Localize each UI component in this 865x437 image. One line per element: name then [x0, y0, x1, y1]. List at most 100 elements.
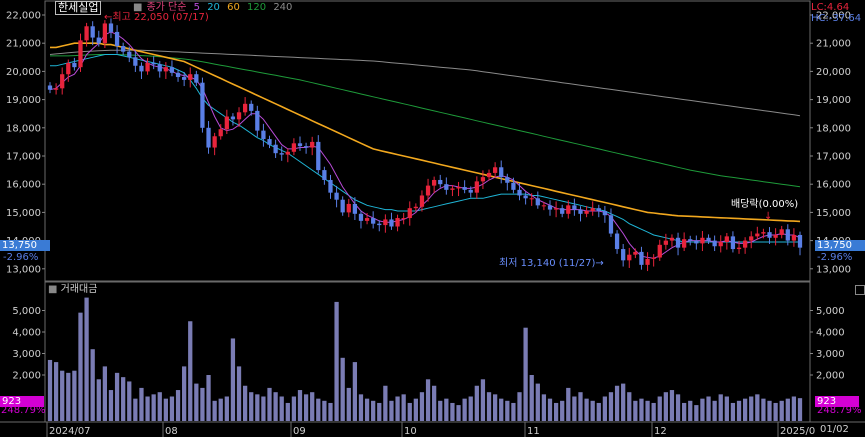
- candle-body: [407, 208, 412, 219]
- volume-bar: [90, 349, 95, 421]
- price-tick-label-right: 21,000: [816, 39, 851, 50]
- candle-body: [474, 181, 479, 193]
- candle-body: [425, 185, 431, 196]
- volume-bar: [47, 359, 53, 421]
- candle-body: [566, 205, 571, 214]
- candle-body: [694, 240, 699, 244]
- price-tick-label-right: 18,000: [816, 123, 851, 134]
- candle-body: [596, 208, 601, 211]
- volume-bar: [480, 379, 486, 421]
- chart-canvas[interactable]: 22,000 22,00021,000 21,00020,000 20,00019,0…: [0, 0, 865, 437]
- price-tick-label-right: 20,000: [816, 67, 851, 78]
- volume-bar: [578, 392, 583, 421]
- volume-bar: [639, 398, 644, 421]
- candle-body: [456, 187, 461, 189]
- candle-body: [572, 205, 577, 210]
- candle-body: [352, 203, 358, 214]
- candle-body: [450, 188, 455, 190]
- candle-body: [297, 143, 303, 147]
- volume-bar: [486, 392, 492, 421]
- volume-bar: [377, 402, 382, 421]
- volume-bar: [84, 297, 89, 421]
- volume-bar: [291, 396, 297, 421]
- ma-line-20: [50, 54, 800, 243]
- volume-bar: [797, 398, 803, 421]
- candle-body: [742, 240, 748, 248]
- candle-body: [114, 31, 120, 47]
- candle-body: [340, 199, 345, 213]
- candle-body: [310, 141, 315, 148]
- candle-body: [334, 192, 339, 200]
- legend-ma-240: 240: [273, 2, 293, 13]
- volume-bar: [127, 381, 132, 421]
- candle-body: [730, 236, 736, 250]
- volume-bar: [566, 387, 571, 421]
- candle-body: [273, 144, 278, 154]
- candle-body: [499, 167, 504, 178]
- candle-body: [584, 210, 589, 214]
- volume-bar: [529, 375, 534, 421]
- candle-body: [200, 82, 205, 128]
- candle-body: [517, 189, 522, 196]
- candle-body: [47, 85, 53, 90]
- candle-body: [785, 229, 790, 241]
- volume-tick-label-right: 4,000: [816, 328, 845, 339]
- candle-body: [657, 244, 662, 258]
- volume-bar: [779, 400, 784, 421]
- date-tick-label: 10: [404, 426, 417, 437]
- ex-dividend-arrow-icon: ↓: [764, 211, 773, 222]
- volume-bar: [505, 400, 510, 421]
- volume-bar: [224, 396, 229, 421]
- candle-body: [328, 179, 333, 193]
- volume-tick-label-left: 2,000: [12, 371, 41, 382]
- volume-tick-label-left: 3,000: [12, 349, 41, 360]
- volume-bar: [371, 400, 376, 421]
- candle-body: [791, 234, 797, 241]
- volume-tick-label-left: 4,000: [12, 328, 41, 339]
- volume-bar: [730, 402, 736, 421]
- volume-bar: [78, 312, 83, 421]
- candle-body: [218, 129, 223, 137]
- volume-bar: [206, 375, 211, 421]
- candle-body: [669, 237, 675, 241]
- candle-body: [84, 26, 89, 41]
- candle-body: [175, 72, 181, 78]
- volume-bar: [261, 396, 266, 421]
- current-change-right: -2.96%: [817, 252, 853, 263]
- date-tick-label: 2024/07: [49, 426, 91, 437]
- volume-bar: [273, 392, 278, 421]
- candle-body: [724, 236, 729, 243]
- volume-change-left: 248.79%: [1, 405, 46, 416]
- candle-body: [194, 74, 199, 83]
- price-tick-label-right: 17,000: [816, 152, 851, 163]
- volume-bar: [742, 398, 748, 421]
- price-tick-label-left: 16,000: [6, 180, 41, 191]
- volume-bar: [352, 362, 358, 421]
- candle-body: [688, 239, 693, 241]
- volume-bar: [297, 390, 303, 421]
- volume-tick-label-right: 3,000: [816, 349, 845, 360]
- candle-body: [249, 103, 254, 111]
- candle-body: [90, 26, 95, 38]
- ticker-name[interactable]: 한세실업: [55, 1, 102, 15]
- panel-toggle-icon[interactable]: [855, 285, 865, 295]
- candle-body: [279, 153, 284, 155]
- volume-bar: [108, 390, 114, 421]
- candle-body: [602, 210, 608, 216]
- volume-bar: [346, 387, 351, 421]
- volume-bar: [712, 400, 717, 421]
- candle-body: [139, 65, 144, 72]
- price-tick-label-left: 20,000: [6, 67, 41, 78]
- volume-bar: [572, 396, 577, 421]
- candle-body: [438, 179, 443, 185]
- candle-body: [371, 218, 376, 224]
- candle-body: [316, 141, 321, 171]
- volume-bar: [182, 366, 187, 421]
- volume-bar: [303, 394, 309, 421]
- candle-body: [432, 179, 437, 186]
- volume-bar: [560, 400, 565, 421]
- price-tick-label-left: 18,000: [6, 123, 41, 134]
- candle-body: [413, 206, 418, 209]
- stock-chart-window[interactable]: 22,000 22,000 21,000 21,000 20,000 20,000 19,0…: [0, 0, 865, 437]
- candle-body: [133, 57, 138, 66]
